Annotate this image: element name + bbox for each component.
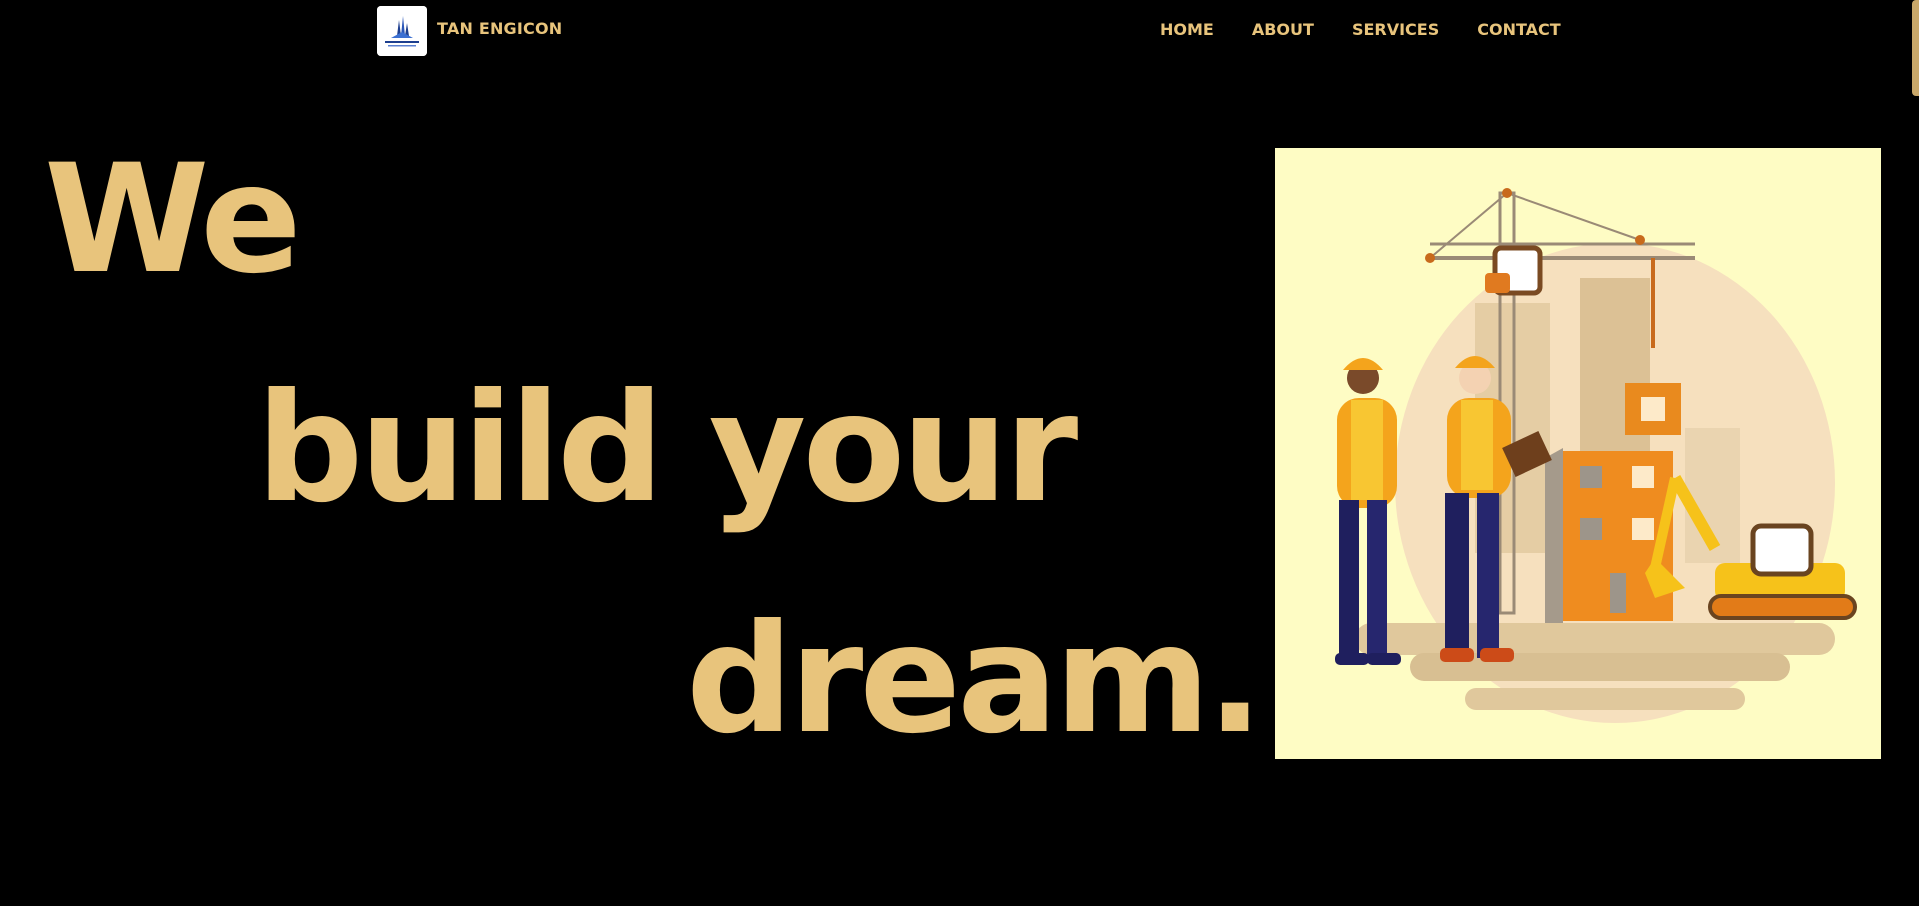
construction-illustration [1275,148,1881,759]
nav-contact[interactable]: CONTACT [1477,20,1560,39]
hero-line-1: We [44,133,302,307]
hero-line-3: dream. [686,593,1264,767]
nav-home[interactable]: HOME [1160,20,1214,39]
main-nav: HOME ABOUT SERVICES CONTACT [1160,20,1561,39]
company-logo-icon[interactable] [377,6,427,56]
brand-name[interactable]: TAN ENGICON [437,19,562,38]
nav-about[interactable]: ABOUT [1252,20,1314,39]
hero-line-2: build your [256,362,1078,536]
nav-services[interactable]: SERVICES [1352,20,1439,39]
page: TAN ENGICON HOME ABOUT SERVICES CONTACT … [0,0,1919,906]
scrollbar-thumb[interactable] [1912,0,1919,96]
site-header: TAN ENGICON HOME ABOUT SERVICES CONTACT [0,0,1919,62]
